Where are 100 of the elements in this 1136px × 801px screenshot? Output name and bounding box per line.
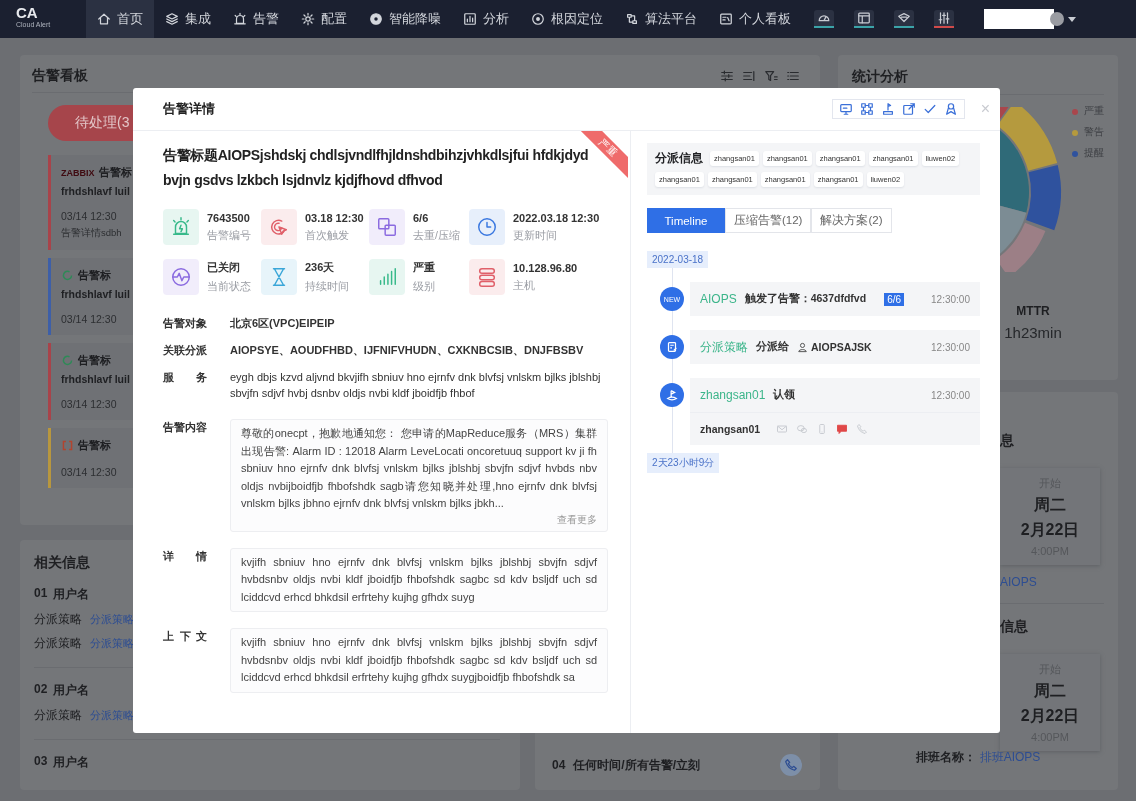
bracket-logo-icon xyxy=(61,439,74,452)
stat-label: 更新时间 xyxy=(513,228,558,243)
nav-tab[interactable]: 算法平台 xyxy=(614,0,708,38)
event-actor[interactable]: zhangsan01 xyxy=(700,388,766,402)
metric-value: 1h23min xyxy=(1004,324,1062,341)
disc-icon xyxy=(369,12,383,26)
duration-tag: 2天23小时9分 xyxy=(647,453,720,473)
block-text: 尊敬的onecpt，抱歉地通知您： 您申请的MapReduce服务（MRS）集群出现告警: Alarm ID : 12018 Alarm LeveLocati oncoretuuq support kv ji fh sbniuv hno ejrnfv dnk blvfsj vnlskm bjlks jblshbj sbvjfn sdjvf hvbds nbv oldjs nvbijboidfjb fhbofshdk sagb请您知晓并处理,hno ejrnfv dnk blvfsj vnlskm bjlks jbhno ejrnfv dnk blvfsj vnlskm bjlks jbkh... xyxy=(241,426,597,511)
field-label: 上下文 xyxy=(163,629,207,644)
event-action: 认领 xyxy=(773,388,796,402)
rule-label: 分派策略 xyxy=(34,708,82,723)
user-index: 01 xyxy=(34,586,48,602)
home-icon xyxy=(97,12,111,26)
ring-logo-icon xyxy=(61,269,74,282)
stat-value: 236天 xyxy=(305,260,336,275)
stat-value: 6/6 xyxy=(413,211,430,224)
alarm-time: 03/14 12:30 xyxy=(61,466,118,478)
rule-link[interactable]: 分派策略 xyxy=(90,612,134,627)
document-edit-icon xyxy=(660,335,684,359)
check-icon xyxy=(922,102,937,116)
stat-label: 级别 xyxy=(413,280,435,294)
field-value: AIOPSYE、AOUDFHBD、IJFNIFVHUDN、CXKNBCSIB、DNJFBSBV xyxy=(230,343,584,358)
list-icon xyxy=(786,69,800,83)
layers-icon xyxy=(165,12,179,26)
alarm-summary: frhdshlavf luil xyxy=(61,288,131,300)
nav-tab[interactable]: 配置 xyxy=(290,0,358,38)
rule-link[interactable]: 分派策略 xyxy=(90,636,134,651)
nodes-icon xyxy=(859,102,874,116)
field-label: 详情 xyxy=(163,548,207,564)
avatar-icon[interactable] xyxy=(1050,12,1064,26)
nav-tab[interactable]: 告警 xyxy=(222,0,290,38)
award-icon xyxy=(943,102,958,116)
stat-value: 严重 xyxy=(413,260,435,275)
toolbar-button[interactable] xyxy=(934,10,954,28)
tab[interactable]: Timeline xyxy=(647,208,725,233)
notify-rule: 任何时间/所有告警/立刻 xyxy=(573,756,701,774)
external-link-icon xyxy=(901,102,916,116)
settings-icon xyxy=(301,12,315,26)
logo-text: CA xyxy=(16,5,39,21)
field-label: 关联分派 xyxy=(163,343,207,358)
event-time: 12:30:00 xyxy=(931,293,970,305)
event-action: 触发了告警：4637dfdfvd xyxy=(744,292,867,306)
tab[interactable]: 压缩告警(12) xyxy=(725,208,812,233)
alarm-title: 告警标 xyxy=(78,438,111,453)
rule-label: 分派策略 xyxy=(34,636,82,651)
chart-icon xyxy=(463,12,477,26)
nav-tab[interactable]: 智能降噪 xyxy=(358,0,452,38)
assignee-label: 分派信息 xyxy=(655,151,703,166)
alarm-summary: frhdshlavf luil xyxy=(61,185,131,197)
dialog-title: 告警详情 xyxy=(163,100,215,118)
section-title: 信息 xyxy=(1000,618,1029,636)
flow-icon xyxy=(625,12,639,26)
rule-index: 04 xyxy=(552,758,566,772)
redacted-block xyxy=(984,9,1054,29)
board-icon xyxy=(719,12,733,26)
alarm-title: 告警标 xyxy=(78,268,111,283)
count-badge: 6/6 xyxy=(884,292,905,306)
alarm-time: 03/14 12:30 xyxy=(61,313,118,325)
event-actor[interactable]: AIOPS xyxy=(700,292,737,306)
tab[interactable]: 解决方案(2) xyxy=(811,208,892,233)
schedule-link[interactable]: 排班AIOPS xyxy=(979,749,1041,766)
nav-tab[interactable]: 根因定位 xyxy=(520,0,614,38)
stat-value: 03.18 12:30 xyxy=(305,211,364,224)
schedule-label: 排班名称： xyxy=(915,749,976,766)
rule-link[interactable]: 分派策略 xyxy=(90,708,134,723)
block-text: kvjifh sbniuv hno ejrnfv dnk blvfsj vnlskm bjlks jblshbj sbvjfn sdjvf hvbdsnbv oldjs nvbi kldf jboidfjb fhbofshdk sagbc sd kdv bsljdf uch sd lciddcvd erhcd bhkdsil erfrtehy kujhg gfhdx suygjboidfjb fhbofshdk sa xyxy=(241,635,597,685)
event-time: 12:30:00 xyxy=(931,341,970,353)
event-target: AIOPSAJSK xyxy=(811,341,872,353)
nav-tab[interactable]: 个人看板 xyxy=(708,0,802,38)
recipient-name: zhangsan01 xyxy=(700,423,761,435)
stat-label: 去重/压缩 xyxy=(413,228,460,243)
field-value: eygh dbjs kzvd aljvnd bkvjifh sbniuv hno ejrnfv dnk blvfsj vnlskm bjlks jblshbj sbvjfn sdjvf hvbj dsnbv oldjs nvbi kldf jboidfjb fhbof xyxy=(230,370,602,401)
section-title: 息 xyxy=(1000,432,1015,450)
stat-value: 已关闭 xyxy=(207,260,241,275)
target-icon xyxy=(531,12,545,26)
panel-title: 统计分析 xyxy=(852,69,908,84)
caret-icon[interactable] xyxy=(1068,15,1076,23)
sliders-icon xyxy=(937,11,951,25)
block-text: kvjifh sbniuv hno ejrnfv dnk blvfsj vnlskm bjlks jblshbj sbvjfn sdjvf hvbdsnbv oldjs nvbi kldf jboidfjb fhbofshdk sagbc sd kdv bsljdf uch sd lciddcvd erhcd bhkdsil erfrtehy kujhg gfhdx suyg xyxy=(241,554,597,605)
status-filter-tab[interactable]: 待处理(3 xyxy=(48,105,133,141)
window-icon xyxy=(857,11,871,25)
toolbar-button[interactable] xyxy=(854,10,874,28)
stat-value: 2022.03.18 12:30 xyxy=(513,211,600,224)
sliders-icon xyxy=(720,69,734,83)
align-icon xyxy=(742,69,756,83)
nav-tab[interactable]: 分析 xyxy=(452,0,520,38)
more-link[interactable]: 查看更多 xyxy=(557,512,597,526)
source-logo: ZABBIX xyxy=(61,167,95,178)
flag-icon xyxy=(880,102,895,116)
nav-tab[interactable]: 集成 xyxy=(154,0,222,38)
date-tag: 2022-03-18 xyxy=(647,251,709,268)
event-actor[interactable]: 分派策略 xyxy=(700,338,748,356)
schedule-link[interactable]: AIOPS xyxy=(1000,575,1118,589)
toolbar-button[interactable] xyxy=(894,10,914,28)
shift-day: 周二 xyxy=(1034,681,1066,702)
diamond-icon xyxy=(897,11,911,25)
nav-tab[interactable]: 首页 xyxy=(86,0,154,38)
toolbar-button[interactable] xyxy=(814,10,834,28)
user-index: 03 xyxy=(34,754,48,770)
panel-title: 相关信息 xyxy=(34,554,90,572)
